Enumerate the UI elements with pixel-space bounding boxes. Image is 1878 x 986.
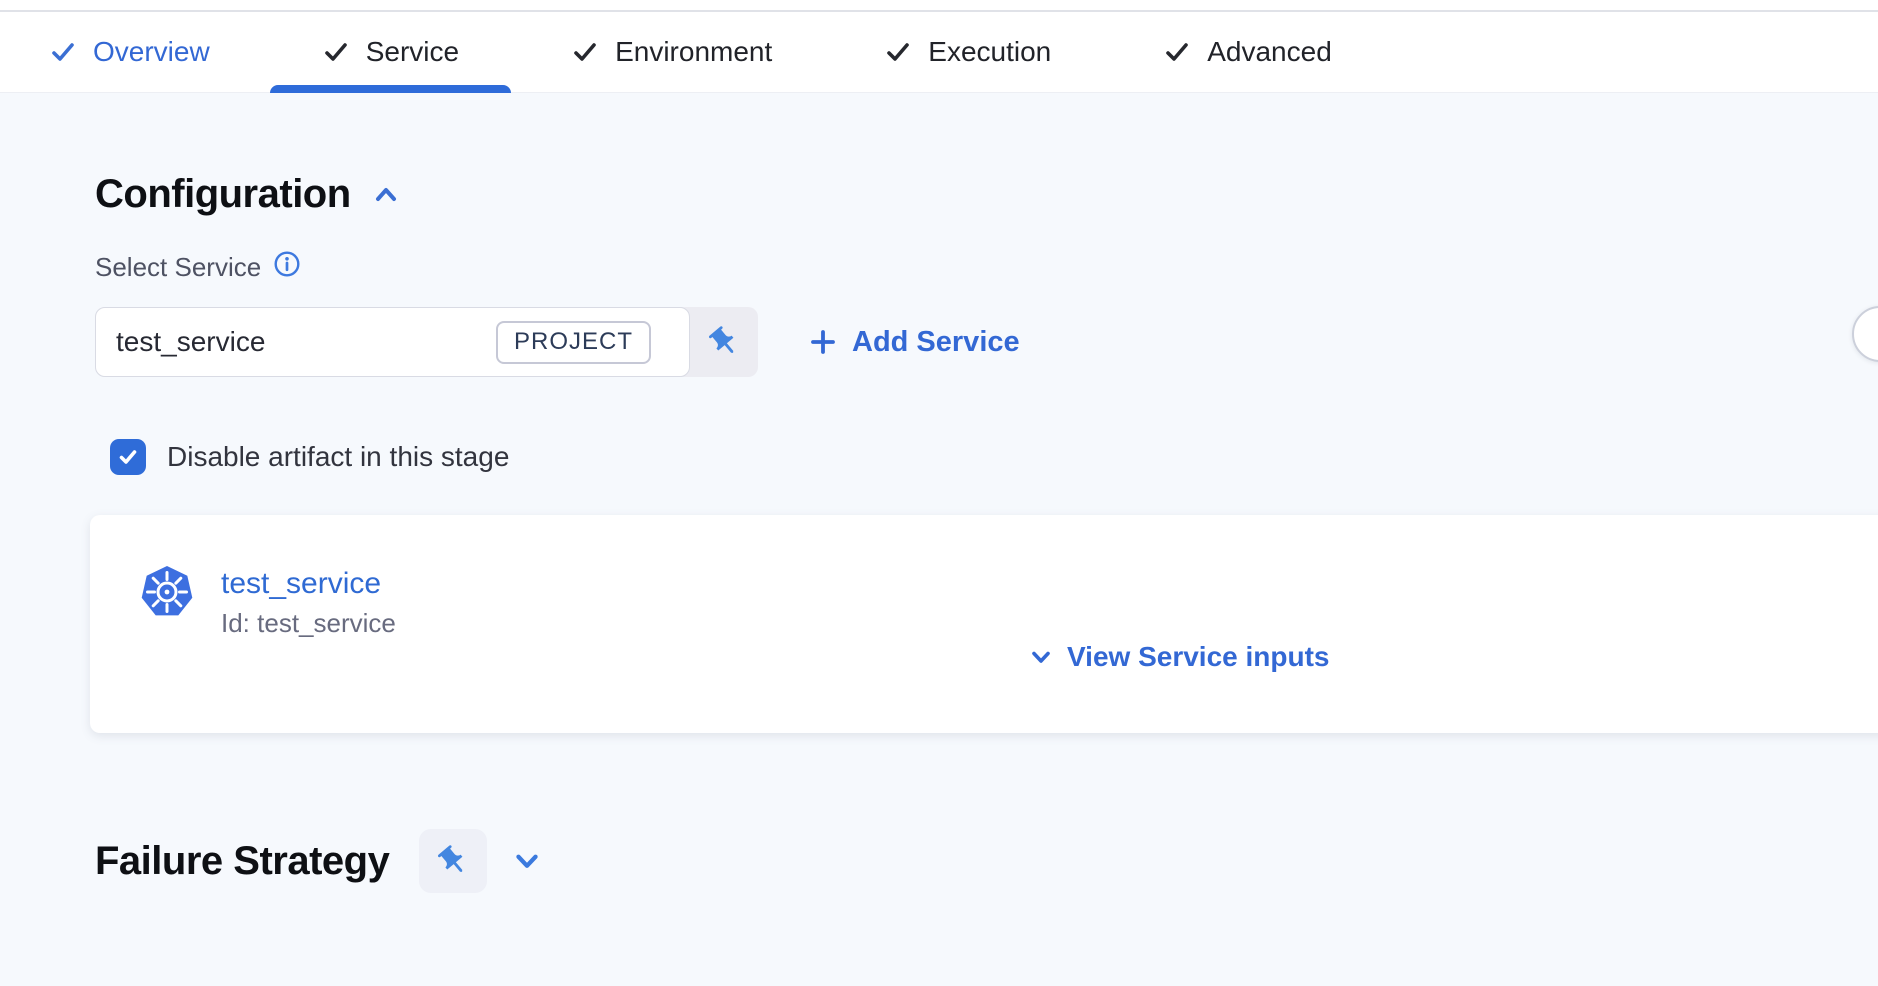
chevron-down-icon: [511, 845, 543, 877]
tab-service[interactable]: Service: [270, 12, 511, 92]
info-icon[interactable]: [273, 250, 301, 285]
service-select-input[interactable]: test_service PROJECT: [95, 307, 690, 377]
failure-strategy-heading: Failure Strategy: [95, 839, 389, 884]
add-service-button[interactable]: Add Service: [810, 326, 1020, 359]
check-icon: [117, 446, 139, 468]
tab-label: Service: [366, 36, 459, 68]
service-name-link[interactable]: test_service: [221, 567, 396, 601]
view-service-inputs-link[interactable]: View Service inputs: [1028, 641, 1330, 673]
configuration-title: Configuration: [95, 172, 351, 217]
service-card: test_service Id: test_service View Servi…: [90, 515, 1878, 733]
failure-strategy-pin-button[interactable]: [419, 829, 487, 893]
failure-strategy-section: Failure Strategy: [95, 829, 1878, 893]
select-service-label-row: Select Service: [95, 250, 1878, 285]
add-service-label: Add Service: [852, 326, 1020, 359]
service-select-row: test_service PROJECT Add Service: [95, 307, 1878, 377]
tab-label: Execution: [928, 36, 1051, 68]
select-service-label: Select Service: [95, 252, 261, 283]
tab-label: Overview: [93, 36, 210, 68]
stage-tabbar: Overview Service Environment Execution A…: [0, 10, 1878, 93]
tab-environment[interactable]: Environment: [519, 12, 824, 92]
active-tab-indicator: [270, 85, 511, 93]
collapse-configuration-icon[interactable]: [371, 175, 401, 220]
check-icon: [49, 38, 77, 66]
service-id-text: Id: test_service: [221, 608, 396, 639]
check-icon: [1163, 38, 1191, 66]
tab-label: Advanced: [1207, 36, 1332, 68]
failure-strategy-expand-icon[interactable]: [511, 845, 543, 882]
service-select[interactable]: test_service PROJECT: [95, 307, 758, 377]
kubernetes-icon: [140, 565, 194, 619]
configuration-heading: Configuration: [95, 169, 1878, 220]
plus-icon: [810, 329, 836, 355]
disable-artifact-row: Disable artifact in this stage: [110, 439, 1878, 475]
service-card-info: test_service Id: test_service: [140, 565, 396, 639]
disable-artifact-label: Disable artifact in this stage: [167, 441, 509, 473]
view-service-inputs-label: View Service inputs: [1067, 641, 1330, 673]
service-card-texts: test_service Id: test_service: [221, 565, 396, 639]
disable-artifact-checkbox[interactable]: [110, 439, 146, 475]
fixed-value-type-button[interactable]: [690, 307, 758, 377]
service-tab-panel: Configuration Select Service test_servic…: [0, 169, 1878, 893]
chevron-down-icon: [1028, 644, 1054, 670]
check-icon: [884, 38, 912, 66]
scope-badge: PROJECT: [496, 321, 651, 364]
tab-execution[interactable]: Execution: [832, 12, 1103, 92]
pin-icon: [436, 844, 470, 878]
top-strip: [0, 0, 1878, 10]
check-icon: [571, 38, 599, 66]
check-icon: [322, 38, 350, 66]
tab-label: Environment: [615, 36, 772, 68]
service-select-value: test_service: [116, 326, 265, 358]
tab-overview[interactable]: Overview: [0, 12, 262, 92]
pin-icon: [707, 325, 741, 359]
tab-advanced[interactable]: Advanced: [1111, 12, 1384, 92]
